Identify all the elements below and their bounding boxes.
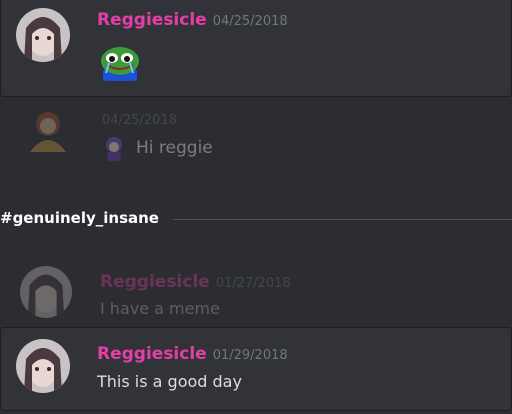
timestamp: 01/29/2018	[212, 348, 288, 363]
message-card: Reggiesicle 04/25/2018	[0, 0, 512, 97]
message-text: I have a meme	[100, 299, 220, 318]
username[interactable]: Reggiesicle	[100, 272, 210, 292]
username[interactable]: Reggiesicle	[97, 344, 207, 364]
avatar[interactable]	[16, 339, 70, 393]
message-text: This is a good day	[97, 372, 242, 391]
pepe-cry-emoji	[99, 43, 141, 81]
message: Reggiesicle 01/27/2018 I have a meme	[0, 262, 512, 326]
timestamp: 04/25/2018	[102, 113, 177, 128]
timestamp: 04/25/2018	[212, 14, 288, 29]
message-content-row: Hi reggie	[0, 132, 512, 162]
message-text: Hi reggie	[136, 138, 213, 158]
channel-divider: #genuinely_insane	[0, 207, 512, 231]
message-card: Reggiesicle 01/29/2018 This is a good day	[0, 327, 512, 411]
character-emoji	[102, 135, 126, 161]
username[interactable]: Reggiesicle	[97, 10, 207, 30]
divider-line	[173, 219, 512, 220]
avatar[interactable]	[16, 8, 70, 62]
avatar[interactable]	[20, 266, 72, 318]
channel-name[interactable]: #genuinely_insane	[0, 209, 159, 227]
timestamp: 01/27/2018	[215, 276, 291, 291]
